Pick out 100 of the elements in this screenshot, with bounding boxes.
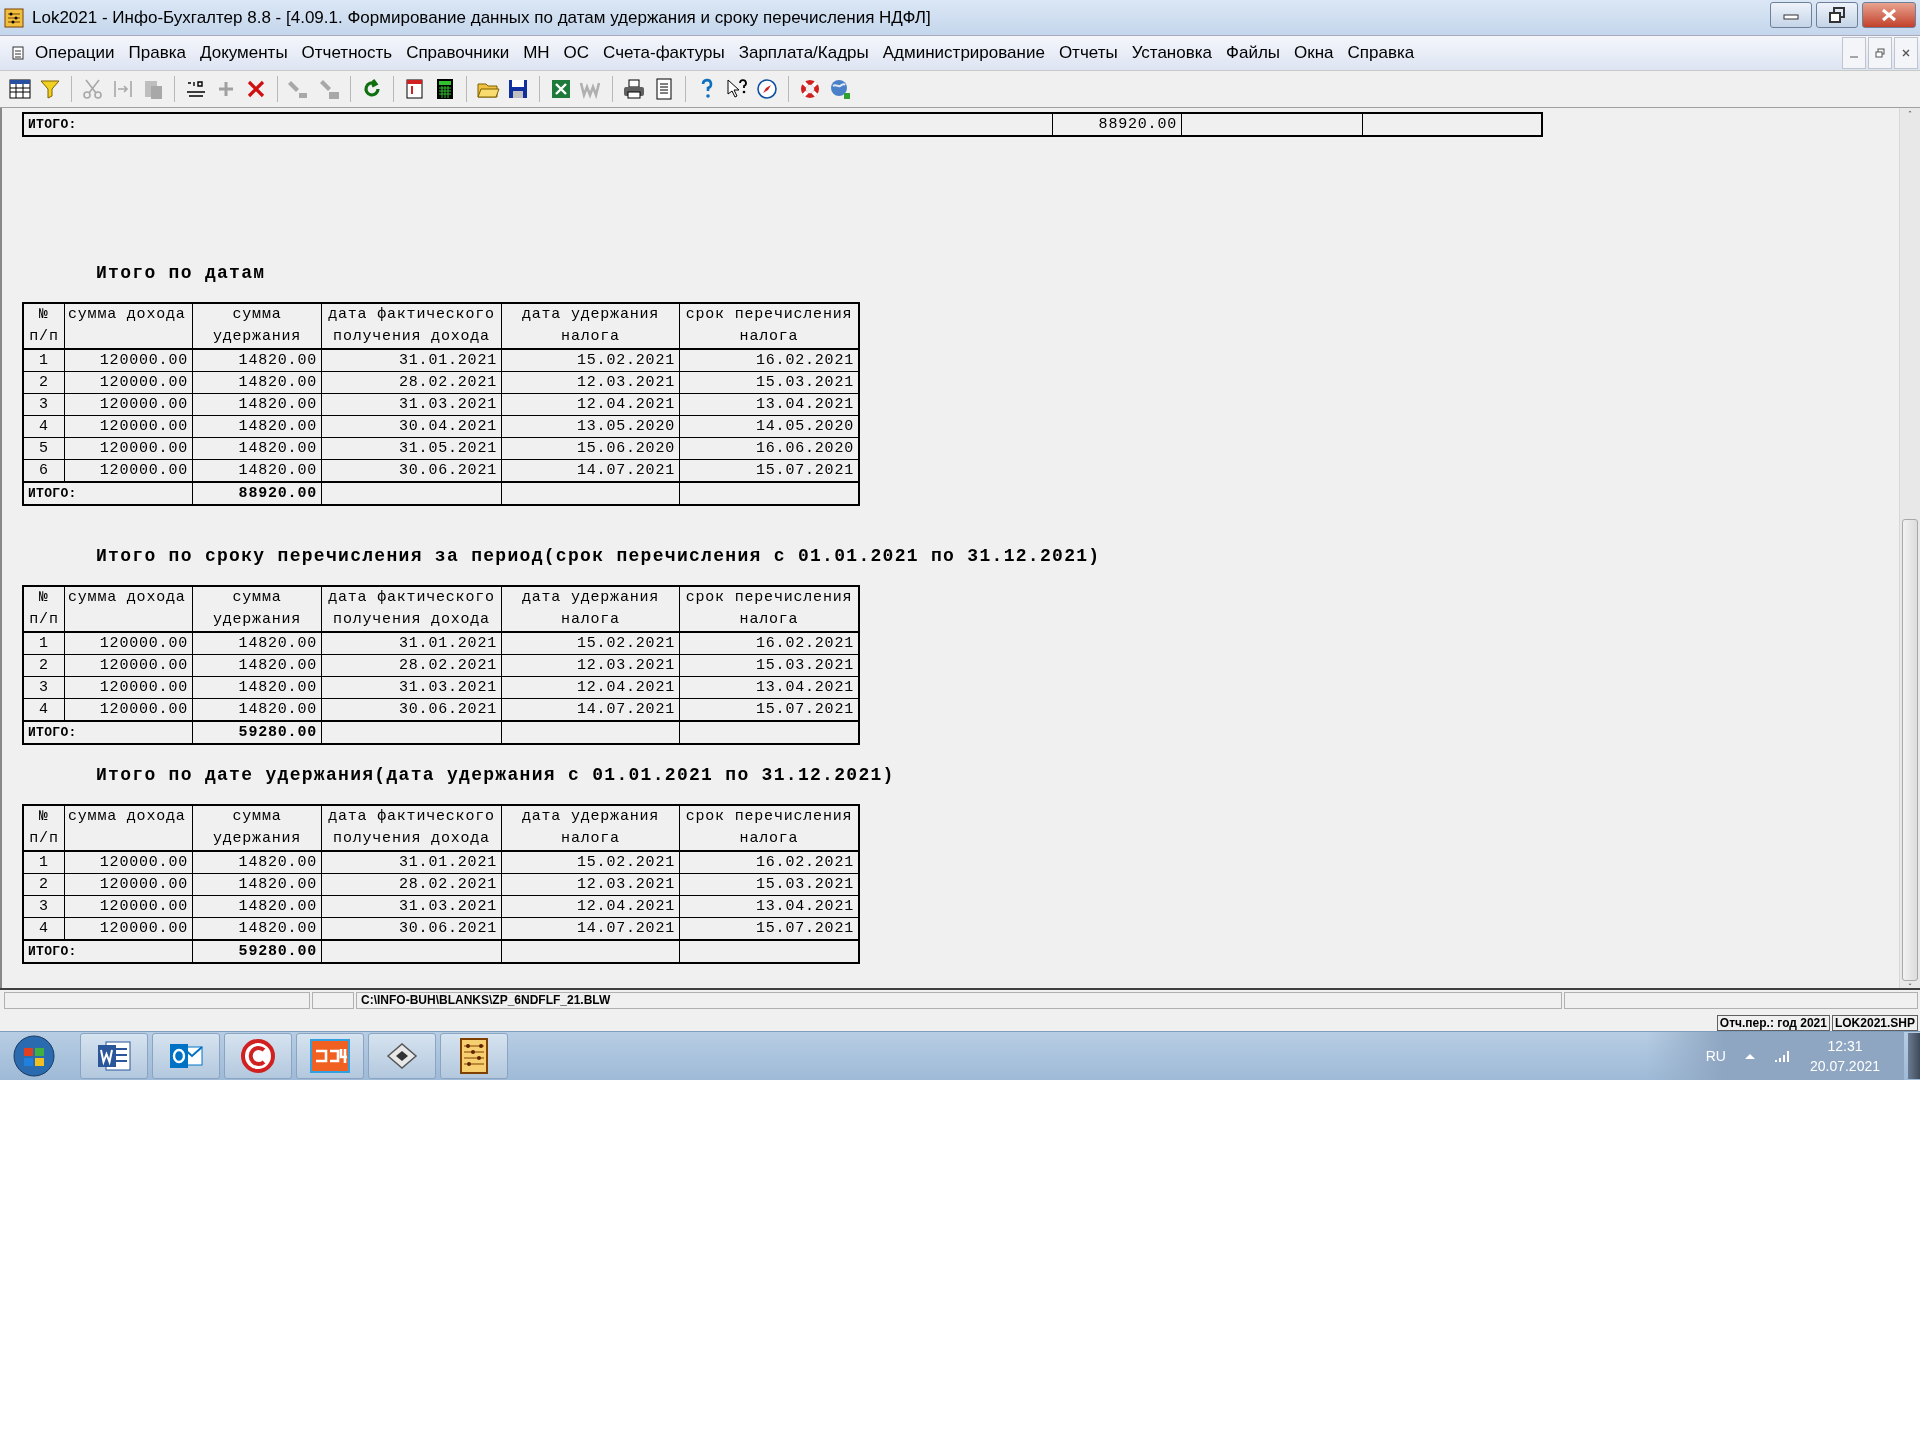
scrollbar-thumb[interactable]	[1902, 519, 1918, 981]
table-cell: 28.02.2021	[321, 873, 502, 896]
status-path: C:\INFO-BUH\BLANKS\ZP_6NDFLF_21.BLW	[356, 992, 1562, 1009]
table-cell: 4	[23, 415, 65, 438]
section-title: Итого по дате удержания(дата удержания с 01.01.2021 по 31.12.2021)	[96, 764, 895, 787]
menu-item[interactable]: Отчетность	[294, 43, 400, 63]
show-desktop-button[interactable]	[1908, 1033, 1920, 1079]
close-icon	[1881, 8, 1897, 22]
menu-item[interactable]: Зарплата/Кадры	[731, 43, 876, 63]
tray-arrow-icon[interactable]	[1743, 1052, 1756, 1060]
report-period: Отч.пер.: год 2021	[1716, 1015, 1830, 1031]
start-button[interactable]	[10, 1034, 58, 1078]
column-header: дата удержания налога	[501, 303, 680, 349]
table-cell: 2	[23, 654, 65, 677]
compass-icon[interactable]	[755, 77, 779, 101]
table-cell: 15.02.2021	[501, 632, 680, 655]
globe-icon[interactable]	[828, 77, 852, 101]
minimize-button[interactable]	[1770, 2, 1812, 28]
total-label: ИТОГО:	[23, 721, 193, 744]
menu-item[interactable]: ОС	[556, 43, 597, 63]
table-cell: 31.01.2021	[321, 632, 502, 655]
lifebuoy-icon[interactable]	[798, 77, 822, 101]
table-cell: 12.03.2021	[501, 371, 680, 394]
menu-item[interactable]: Документы	[192, 43, 295, 63]
table-cell: 31.05.2021	[321, 437, 502, 460]
table-cell: 14820.00	[192, 895, 322, 918]
window-title: Lok2021 - Инфо-Бухгалтер 8.8 - [4.09.1. Формирование данных по датам удержания и сроку перечисления НДФЛ]	[32, 7, 932, 28]
filter-icon[interactable]	[38, 77, 62, 101]
table-cell: 31.01.2021	[321, 851, 502, 874]
menu-item[interactable]: Справка	[1340, 43, 1422, 63]
taskbar-button[interactable]	[368, 1033, 436, 1079]
total-label: ИТОГО:	[23, 940, 193, 963]
clock-time: 12:31	[1827, 1037, 1863, 1056]
taskbar-button[interactable]	[152, 1033, 220, 1079]
menu-item[interactable]: Отчеты	[1051, 43, 1125, 63]
menu-item[interactable]: Операции	[28, 43, 122, 63]
save-icon[interactable]	[506, 77, 530, 101]
document-menu-icon[interactable]	[10, 45, 26, 61]
column-header: № п/п	[23, 586, 65, 632]
menu-item[interactable]: Файлы	[1219, 43, 1288, 63]
table-cell: 120000.00	[64, 437, 193, 460]
table-cell: 12.04.2021	[501, 895, 680, 918]
table-cell: 14820.00	[192, 632, 322, 655]
abacus-icon	[4, 7, 24, 28]
taskbar-button[interactable]	[296, 1033, 364, 1079]
table-cell: 30.04.2021	[321, 415, 502, 438]
menu-item[interactable]: Администрирование	[875, 43, 1052, 63]
taskbar-button[interactable]	[80, 1033, 148, 1079]
table-cell: 31.03.2021	[321, 895, 502, 918]
restore-button[interactable]	[1816, 2, 1858, 28]
menu-item[interactable]: Справочники	[399, 43, 517, 63]
table-cell: 31.03.2021	[321, 393, 502, 416]
taskbar-button[interactable]	[224, 1033, 292, 1079]
close-button[interactable]	[1894, 37, 1918, 69]
signal-icon[interactable]	[1773, 1049, 1792, 1063]
table-cell: 12.04.2021	[501, 676, 680, 699]
restore-icon	[1828, 7, 1846, 23]
spreadsheet-icon[interactable]	[549, 77, 573, 101]
table-cell: 31.03.2021	[321, 676, 502, 699]
table-cell: 3	[23, 676, 65, 699]
printer-icon[interactable]	[622, 77, 646, 101]
table-cell: 15.06.2020	[501, 437, 680, 460]
column-header: № п/п	[23, 303, 65, 349]
column-header: дата фактического получения дохода	[321, 805, 502, 851]
taskbar-button[interactable]	[440, 1033, 508, 1079]
table-cell: 2	[23, 873, 65, 896]
status-panel	[312, 992, 354, 1009]
table-icon[interactable]	[8, 77, 32, 101]
table-cell: 1	[23, 349, 65, 372]
menu-item[interactable]: Окна	[1287, 43, 1341, 63]
table-cell: 14820.00	[192, 371, 322, 394]
menu-item[interactable]: Правка	[121, 43, 193, 63]
table-cell: 28.02.2021	[321, 654, 502, 677]
menu-item[interactable]: Установка	[1124, 43, 1219, 63]
table-cell: 120000.00	[64, 349, 193, 372]
column-header: дата удержания налога	[501, 805, 680, 851]
table-cell: 14820.00	[192, 415, 322, 438]
menu-item[interactable]: МН	[516, 43, 557, 63]
table-cell: 1	[23, 632, 65, 655]
table-cell: 12.03.2021	[501, 654, 680, 677]
scrollbar[interactable]	[1899, 108, 1920, 988]
column-header: сумма удержания	[192, 805, 322, 851]
table-cell: 15.02.2021	[501, 851, 680, 874]
close-button[interactable]	[1862, 2, 1916, 28]
table-cell: 120000.00	[64, 676, 193, 699]
table-cell: 5	[23, 437, 65, 460]
column-header: сумма дохода	[64, 586, 193, 632]
column-header: сумма удержания	[192, 586, 322, 632]
menu-item[interactable]: Счета-фактуры	[596, 43, 732, 63]
circle-logo-icon	[240, 1038, 276, 1074]
table-cell: 12.03.2021	[501, 873, 680, 896]
table-cell: 14820.00	[192, 349, 322, 372]
table-cell: 15.02.2021	[501, 349, 680, 372]
table-cell: 120000.00	[64, 654, 193, 677]
file-name: LOK2021.SHP	[1831, 1015, 1918, 1031]
total-value: 88920.00	[1052, 113, 1182, 136]
table-cell: 14820.00	[192, 851, 322, 874]
table-cell: 14820.00	[192, 654, 322, 677]
scissors-icon[interactable]	[81, 77, 105, 101]
table-cell: 12.04.2021	[501, 393, 680, 416]
